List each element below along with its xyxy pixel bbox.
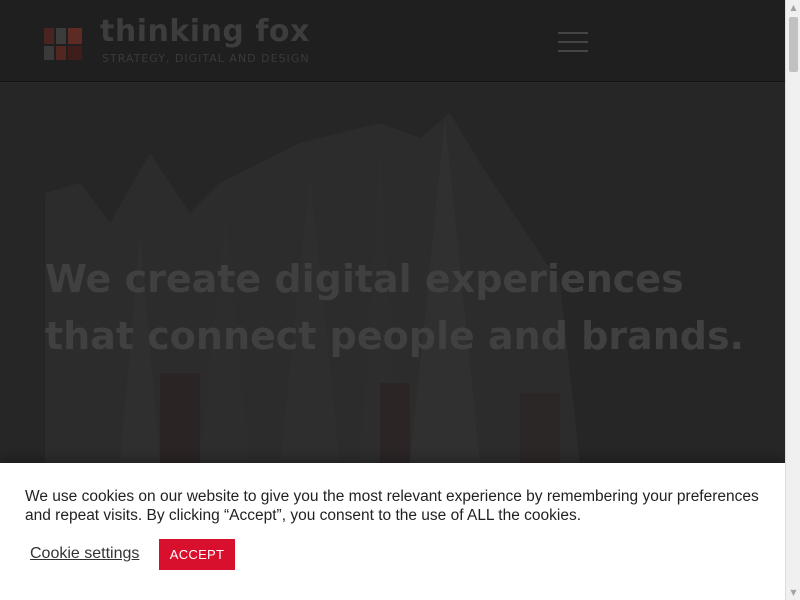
scroll-down-arrow-icon[interactable]: ▼	[786, 585, 800, 600]
scrollbar-thumb[interactable]	[789, 17, 798, 72]
hamburger-menu-icon[interactable]	[558, 32, 590, 54]
logo[interactable]: thinking fox STRATEGY, DIGITAL AND DESIG…	[44, 14, 314, 72]
fox-logo-icon	[44, 28, 86, 62]
logo-name: thinking fox	[100, 14, 310, 49]
hero-section: We create digital experiences that conne…	[0, 83, 785, 463]
cookie-settings-link[interactable]: Cookie settings	[30, 545, 139, 563]
page: thinking fox STRATEGY, DIGITAL AND DESIG…	[0, 0, 785, 600]
cookie-banner: We use cookies on our website to give yo…	[0, 463, 785, 600]
vertical-scrollbar[interactable]: ▲ ▼	[785, 0, 800, 600]
logo-tagline: STRATEGY, DIGITAL AND DESIGN	[102, 52, 310, 65]
scroll-up-arrow-icon[interactable]: ▲	[786, 0, 800, 15]
site-header: thinking fox STRATEGY, DIGITAL AND DESIG…	[0, 0, 785, 82]
hero-title: We create digital experiences that conne…	[45, 257, 745, 358]
cookie-message: We use cookies on our website to give yo…	[25, 488, 759, 524]
accept-cookies-button[interactable]: ACCEPT	[159, 539, 235, 570]
